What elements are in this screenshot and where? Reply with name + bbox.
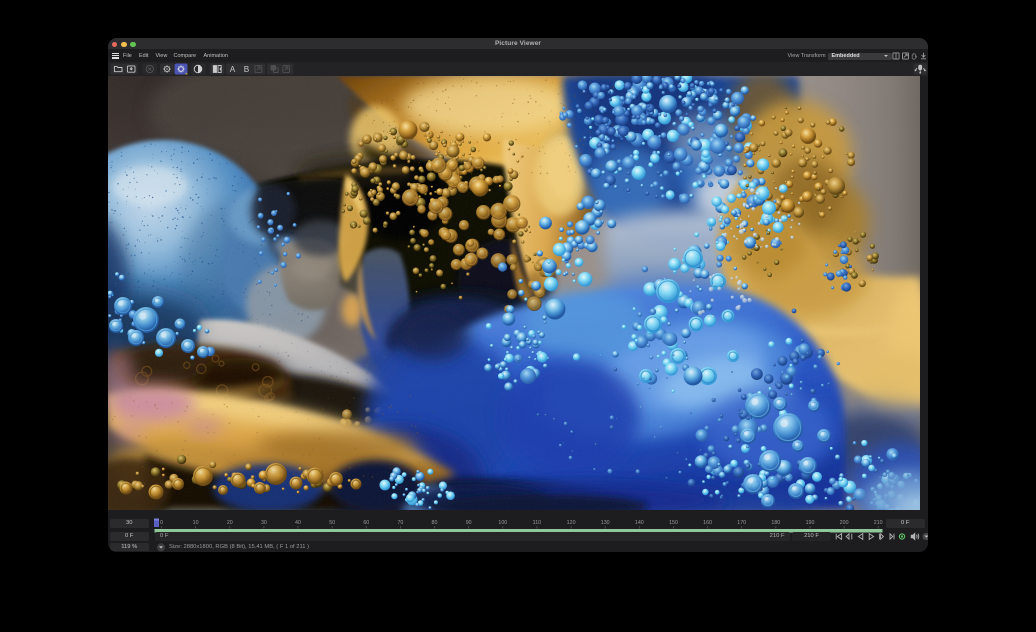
- svg-text:120: 120: [567, 520, 576, 526]
- svg-text:70: 70: [397, 520, 403, 526]
- svg-text:10: 10: [193, 520, 199, 526]
- svg-text:180: 180: [771, 520, 780, 526]
- svg-text:A: A: [230, 65, 236, 74]
- svg-text:110: 110: [533, 520, 541, 526]
- svg-text:60: 60: [363, 520, 369, 526]
- svg-text:210: 210: [874, 520, 883, 526]
- svg-text:B: B: [244, 65, 250, 74]
- svg-text:100: 100: [498, 520, 507, 526]
- svg-text:20: 20: [227, 520, 233, 526]
- svg-text:170: 170: [737, 520, 746, 526]
- svg-text:50: 50: [329, 520, 335, 526]
- svg-text:190: 190: [806, 520, 815, 526]
- svg-text:90: 90: [466, 520, 472, 526]
- svg-text:40: 40: [295, 520, 301, 526]
- svg-text:0: 0: [160, 520, 163, 526]
- svg-text:140: 140: [635, 520, 644, 526]
- svg-text:130: 130: [601, 520, 610, 526]
- svg-text:200: 200: [840, 520, 849, 526]
- svg-text:30: 30: [261, 520, 267, 526]
- svg-text:150: 150: [669, 520, 678, 526]
- svg-text:80: 80: [432, 520, 438, 526]
- svg-text:160: 160: [703, 520, 712, 526]
